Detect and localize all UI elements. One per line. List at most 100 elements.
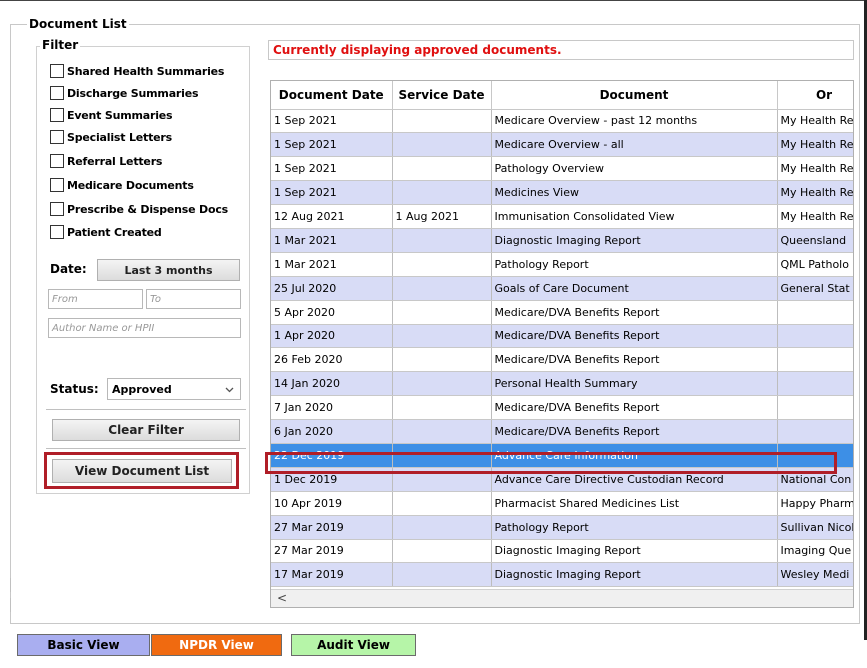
table-cell-service-date (392, 156, 492, 182)
checkbox[interactable] (50, 202, 64, 216)
filter-checkbox-row[interactable]: Patient Created (50, 223, 162, 241)
basic-view-button[interactable]: Basic View (17, 634, 150, 656)
filter-checkbox-row[interactable]: Prescribe & Dispense Docs (50, 200, 228, 218)
filter-checkbox-row[interactable]: Event Summaries (50, 106, 173, 124)
table-row[interactable]: 17 Mar 2019 Diagnostic Imaging Report Wesl… (271, 562, 853, 588)
table-row[interactable]: 1 Apr 2020 Medicare/DVA Benefits Report (271, 324, 853, 349)
checkbox[interactable] (50, 225, 64, 239)
checkbox-label: Specialist Letters (67, 130, 172, 144)
table-row[interactable]: 1 Sep 2021 Medicare Overview - all My Heal… (271, 132, 853, 158)
filter-checkbox-row[interactable]: Shared Health Summaries (50, 62, 224, 80)
table-cell-service-date (392, 371, 492, 397)
table-cell-doc-date: 17 Mar 2019 (271, 562, 393, 588)
table-cell-document: Medicare/DVA Benefits Report (491, 324, 778, 349)
chevron-left-icon[interactable]: < (277, 591, 287, 605)
table-cell-document: Medicare Overview - past 12 months (491, 109, 778, 134)
table-cell-document: Diagnostic Imaging Report (491, 562, 778, 588)
table-cell-org: My Health Re (777, 180, 853, 206)
checkbox[interactable] (50, 178, 64, 192)
checkbox[interactable] (50, 154, 64, 168)
table-row[interactable]: 1 Mar 2021 Pathology Report QML Patholo (271, 252, 853, 277)
table-cell-service-date (392, 347, 492, 373)
clear-filter-button[interactable]: Clear Filter (52, 419, 240, 441)
filter-checkbox-row[interactable]: Specialist Letters (50, 128, 172, 146)
table-row[interactable]: 5 Apr 2020 Medicare/DVA Benefits Report (271, 300, 853, 325)
chevron-down-icon (225, 383, 234, 396)
table-cell-org: Sullivan Nicol (777, 515, 853, 540)
checkbox-label: Event Summaries (67, 108, 173, 122)
table-row[interactable]: 1 Sep 2021 Pathology Overview My Health Re (271, 156, 853, 182)
table-row[interactable]: 25 Jul 2020 Goals of Care Document General… (271, 276, 853, 301)
table-cell-document: Personal Health Summary (491, 371, 778, 397)
column-header-document-date[interactable]: Document Date (271, 81, 393, 110)
date-label: Date: (50, 262, 87, 276)
filter-checkbox-row[interactable]: Discharge Summaries (50, 84, 199, 102)
date-range-button[interactable]: Last 3 months (97, 259, 240, 281)
table-cell-org: General Stat (777, 276, 853, 301)
table-cell-service-date: 1 Aug 2021 (392, 204, 492, 229)
checkbox[interactable] (50, 64, 64, 78)
table-cell-doc-date: 27 Mar 2019 (271, 515, 393, 540)
npdr-view-button[interactable]: NPDR View (151, 634, 282, 656)
table-cell-service-date (392, 252, 492, 277)
table-row[interactable]: 1 Mar 2021 Diagnostic Imaging Report Queen… (271, 228, 853, 253)
table-cell-org: My Health Re (777, 109, 853, 134)
table-row[interactable]: 10 Apr 2019 Pharmacist Shared Medicines L… (271, 491, 853, 516)
table-row[interactable]: 1 Sep 2021 Medicines View My Health Re (271, 180, 853, 206)
table-cell-service-date (392, 132, 492, 158)
table-cell-doc-date: 14 Jan 2020 (271, 371, 393, 397)
to-date-input[interactable]: To (146, 289, 241, 309)
filter-divider (46, 448, 246, 449)
table-cell-document: Medicare/DVA Benefits Report (491, 347, 778, 373)
table-cell-document: Diagnostic Imaging Report (491, 228, 778, 253)
table-cell-service-date (392, 180, 492, 206)
from-date-input[interactable]: From (48, 289, 143, 309)
table-cell-doc-date: 1 Mar 2021 (271, 252, 393, 277)
table-row[interactable]: 1 Sep 2021 Medicare Overview - past 12 mo… (271, 109, 853, 134)
checkbox[interactable] (50, 108, 64, 122)
table-row[interactable]: 27 Mar 2019 Pathology Report Sullivan Nico… (271, 515, 853, 540)
table-row[interactable]: 7 Jan 2020 Medicare/DVA Benefits Report (271, 395, 853, 421)
horizontal-scrollbar[interactable]: < (271, 589, 853, 607)
table-cell-org (777, 371, 853, 397)
table-cell-service-date (392, 228, 492, 253)
checkbox-label: Prescribe & Dispense Docs (67, 202, 229, 216)
table-cell-doc-date: 6 Jan 2020 (271, 419, 393, 444)
table-cell-doc-date: 1 Mar 2021 (271, 228, 393, 253)
table-cell-document: Pathology Report (491, 252, 778, 277)
table-cell-org: Queensland (777, 228, 853, 253)
table-cell-doc-date: 27 Mar 2019 (271, 539, 393, 564)
table-cell-document: Medicare/DVA Benefits Report (491, 300, 778, 325)
checkbox[interactable] (50, 130, 64, 144)
checkbox[interactable] (50, 86, 64, 100)
table-row[interactable]: 14 Jan 2020 Personal Health Summary (271, 371, 853, 397)
table-cell-service-date (392, 395, 492, 421)
column-header-organisation[interactable]: Or (777, 81, 853, 110)
filter-title: Filter (40, 38, 81, 52)
table-row[interactable]: 27 Mar 2019 Diagnostic Imaging Report Imag… (271, 539, 853, 564)
table-body: 1 Sep 2021 Medicare Overview - past 12 mo… (271, 109, 853, 588)
filter-checkbox-row[interactable]: Referral Letters (50, 152, 162, 170)
status-banner: Currently displaying approved documents. (268, 40, 854, 60)
column-header-service-date[interactable]: Service Date (392, 81, 492, 110)
table-cell-doc-date: 25 Jul 2020 (271, 276, 393, 301)
table-cell-document: Goals of Care Document (491, 276, 778, 301)
table-cell-service-date (392, 109, 492, 134)
panel-edge (10, 598, 11, 612)
author-input[interactable]: Author Name or HPII (48, 318, 241, 338)
table-cell-org: QML Patholo (777, 252, 853, 277)
table-cell-org (777, 300, 853, 325)
table-cell-doc-date: 1 Sep 2021 (271, 156, 393, 182)
table-cell-service-date (392, 324, 492, 349)
table-cell-document: Medicare/DVA Benefits Report (491, 419, 778, 444)
table-row[interactable]: 12 Aug 2021 1 Aug 2021 Immunisation Consol… (271, 204, 853, 229)
table-cell-org (777, 324, 853, 349)
table-cell-service-date (392, 515, 492, 540)
column-header-document[interactable]: Document (491, 81, 778, 110)
table-row[interactable]: 6 Jan 2020 Medicare/DVA Benefits Report (271, 419, 853, 444)
status-select[interactable]: Approved (107, 378, 241, 400)
table-row[interactable]: 26 Feb 2020 Medicare/DVA Benefits Report (271, 347, 853, 373)
audit-view-button[interactable]: Audit View (291, 634, 416, 656)
filter-checkbox-row[interactable]: Medicare Documents (50, 176, 194, 194)
table-cell-org: My Health Re (777, 156, 853, 182)
